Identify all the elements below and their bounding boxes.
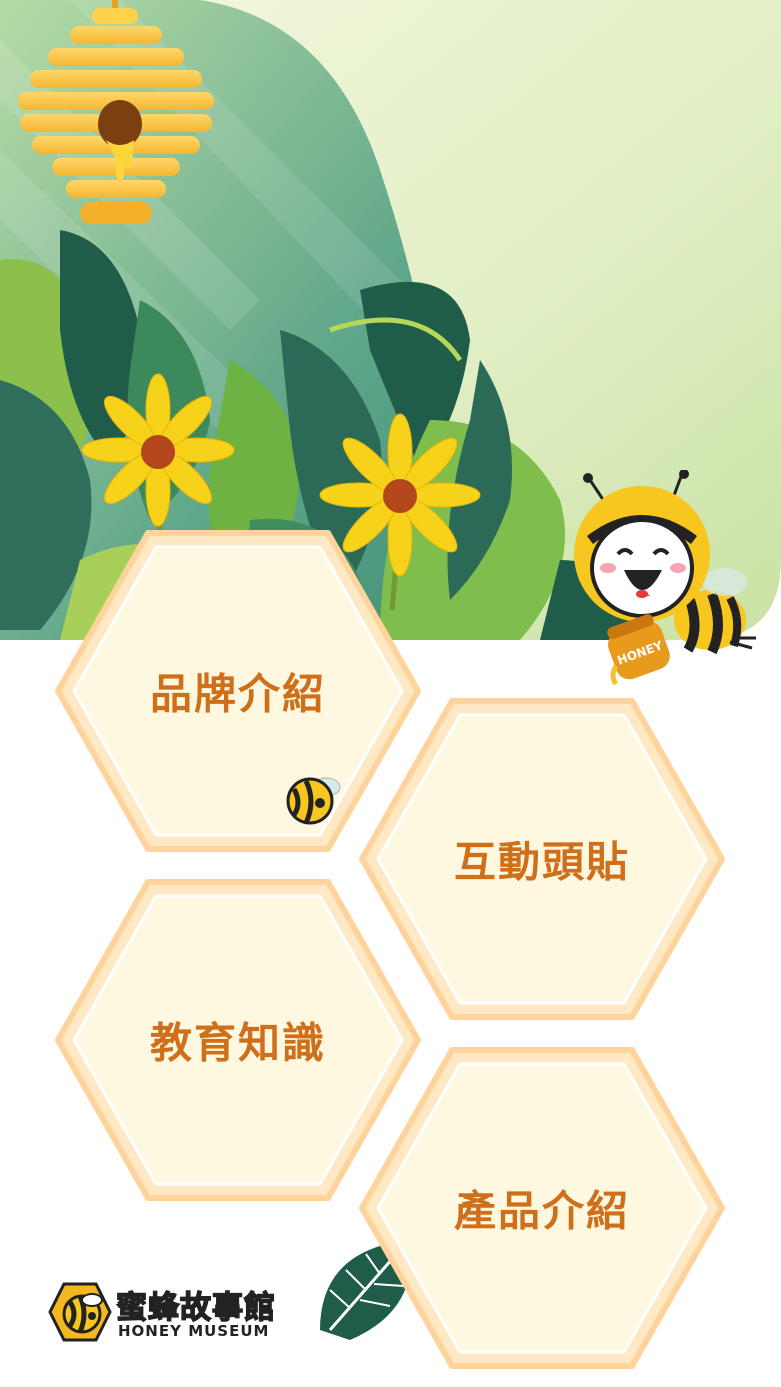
logo-subtitle: HONEY MUSEUM [118, 1322, 270, 1340]
honey-museum-logo: 蜜蜂故事館 HONEY MUSEUM [48, 1278, 298, 1348]
menu-product-intro-button[interactable]: 產品介紹 [356, 1042, 728, 1374]
bee-icon [286, 777, 341, 825]
bee-mascot: HONEY [574, 470, 756, 686]
logo-bee-icon [48, 1282, 112, 1342]
menu-product-intro-label: 產品介紹 [453, 1186, 630, 1236]
logo-title: 蜜蜂故事館 [115, 1289, 276, 1327]
